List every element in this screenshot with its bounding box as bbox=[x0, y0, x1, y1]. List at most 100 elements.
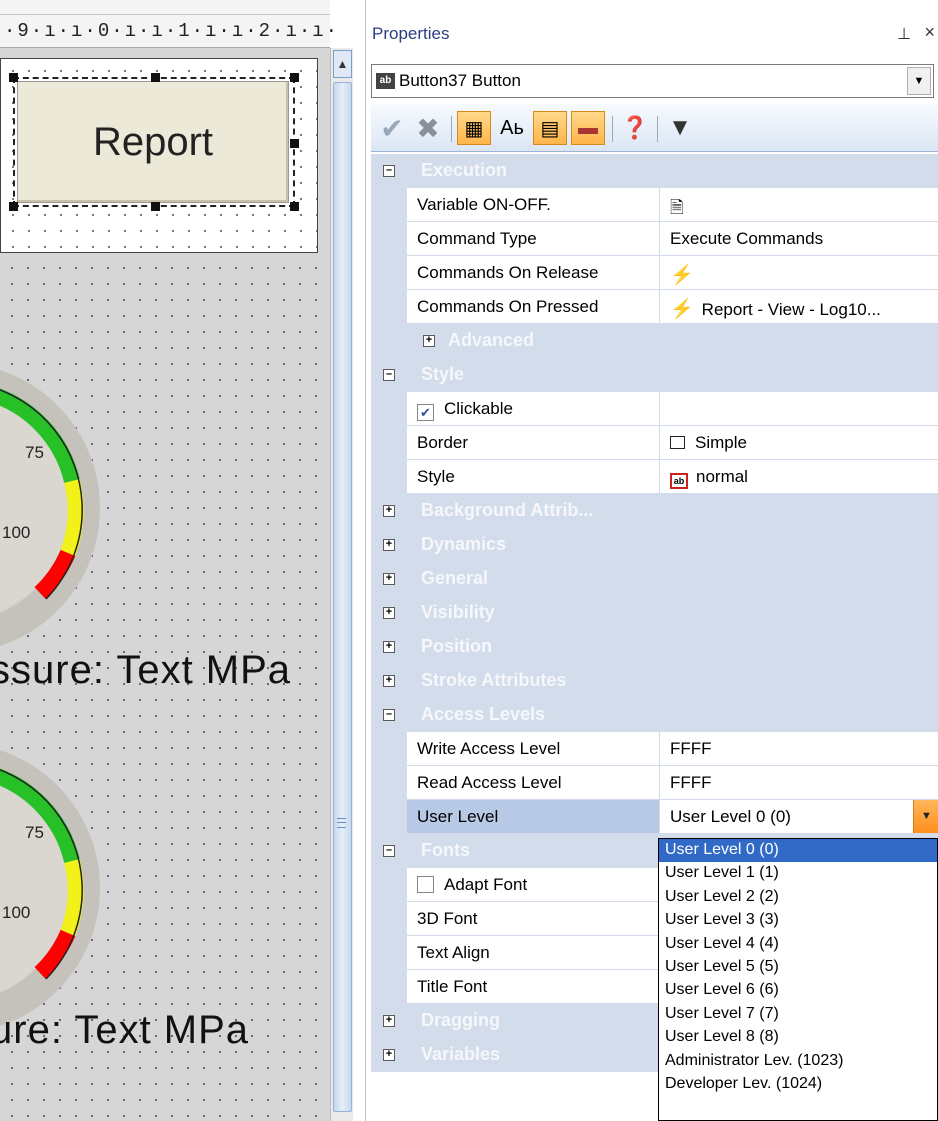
scroll-up-arrow[interactable]: ▲ bbox=[333, 50, 352, 78]
object-selector[interactable]: ab Button37 Button ▼ bbox=[371, 64, 934, 98]
resize-handle[interactable] bbox=[9, 73, 18, 82]
collapse-icon[interactable]: – bbox=[383, 369, 395, 381]
panel-splitter[interactable] bbox=[353, 0, 365, 1121]
category-execution[interactable]: – Execution bbox=[371, 154, 938, 188]
selection-frame[interactable] bbox=[9, 73, 299, 211]
panel-header: Properties ⊥ × bbox=[366, 14, 938, 54]
property-value[interactable]: FFFF bbox=[660, 732, 938, 766]
property-value[interactable]: ⚡ Report - View - Log10... bbox=[660, 290, 938, 324]
property-row[interactable]: Commands On Release ⚡ bbox=[371, 256, 938, 290]
dropdown-option[interactable]: User Level 4 (4) bbox=[659, 933, 937, 956]
user-level-select[interactable]: User Level 0 (0) ▼ bbox=[660, 800, 938, 834]
dropdown-option[interactable]: Administrator Lev. (1023) bbox=[659, 1050, 937, 1073]
report-panel[interactable]: Report bbox=[0, 58, 318, 253]
category-position[interactable]: + Position bbox=[371, 630, 938, 664]
expand-icon[interactable]: + bbox=[383, 573, 395, 585]
property-value[interactable]: 🗎 bbox=[660, 188, 938, 222]
chevron-down-icon[interactable]: ▼ bbox=[907, 67, 931, 95]
category-background[interactable]: + Background Attrib... bbox=[371, 494, 938, 528]
property-row[interactable]: ✔ Clickable bbox=[371, 392, 938, 426]
button-object-icon: ab bbox=[376, 73, 395, 89]
resize-handle[interactable] bbox=[151, 73, 160, 82]
pressure-gauge[interactable]: 75 100 bbox=[0, 363, 100, 653]
property-value[interactable]: Execute Commands bbox=[660, 222, 938, 256]
pin-icon[interactable]: ⊥ bbox=[897, 24, 911, 44]
dropdown-option[interactable]: User Level 3 (3) bbox=[659, 909, 937, 932]
expand-icon[interactable]: + bbox=[383, 539, 395, 551]
check-icon[interactable]: ✔ bbox=[375, 111, 409, 145]
category-general[interactable]: + General bbox=[371, 562, 938, 596]
clickable-checkbox[interactable]: ✔ bbox=[417, 404, 434, 421]
chevron-down-icon[interactable]: ▼ bbox=[913, 800, 938, 833]
property-row[interactable]: Style ab normal bbox=[371, 460, 938, 494]
category-access-levels[interactable]: – Access Levels bbox=[371, 698, 938, 732]
vertical-scrollbar[interactable]: ▲ bbox=[330, 48, 353, 1121]
property-name: 3D Font bbox=[407, 902, 660, 936]
resize-handle[interactable] bbox=[290, 202, 299, 211]
expand-icon[interactable]: + bbox=[383, 1049, 395, 1061]
gauge-tick-label: 75 bbox=[25, 823, 44, 842]
property-name: User Level bbox=[407, 800, 660, 834]
property-value[interactable]: FFFF bbox=[660, 766, 938, 800]
property-name[interactable]: Adapt Font bbox=[407, 868, 660, 902]
help-icon[interactable]: ❓ bbox=[618, 111, 652, 145]
pressure-gauge[interactable]: 75 100 bbox=[0, 743, 100, 1033]
dropdown-option[interactable]: User Level 7 (7) bbox=[659, 1003, 937, 1026]
property-name: Write Access Level bbox=[407, 732, 660, 766]
property-value[interactable] bbox=[660, 392, 938, 426]
property-row[interactable]: Variable ON-OFF. 🗎 bbox=[371, 188, 938, 222]
resize-handle[interactable] bbox=[9, 202, 18, 211]
category-style[interactable]: – Style bbox=[371, 358, 938, 392]
expand-icon[interactable]: + bbox=[383, 505, 395, 517]
category-visibility[interactable]: + Visibility bbox=[371, 596, 938, 630]
delete-icon[interactable]: ✖ bbox=[411, 111, 445, 145]
dropdown-option[interactable]: User Level 6 (6) bbox=[659, 979, 937, 1002]
resize-handle[interactable] bbox=[290, 139, 299, 148]
alphabetical-icon[interactable]: Aь bbox=[495, 111, 529, 145]
user-level-dropdown-list[interactable]: User Level 0 (0) User Level 1 (1) User Lev… bbox=[658, 838, 938, 1121]
dropdown-option[interactable]: User Level 1 (1) bbox=[659, 862, 937, 885]
expand-icon[interactable]: + bbox=[383, 1015, 395, 1027]
resize-handle[interactable] bbox=[151, 202, 160, 211]
horizontal-ruler: ·9·ı·ı·0·ı·ı·1·ı·ı·2·ı·ı· bbox=[0, 0, 337, 48]
resize-handle[interactable] bbox=[290, 73, 299, 82]
dropdown-option[interactable]: User Level 8 (8) bbox=[659, 1026, 937, 1049]
property-name: Commands On Release bbox=[407, 256, 660, 290]
property-value[interactable]: ⚡ bbox=[660, 256, 938, 290]
dropdown-option[interactable]: User Level 5 (5) bbox=[659, 956, 937, 979]
collapse-icon[interactable]: – bbox=[383, 165, 395, 177]
property-name[interactable]: ✔ Clickable bbox=[407, 392, 660, 426]
property-row-user-level[interactable]: User Level User Level 0 (0) ▼ bbox=[371, 800, 938, 834]
category-dynamics[interactable]: + Dynamics bbox=[371, 528, 938, 562]
border-icon bbox=[670, 436, 685, 449]
scroll-grip-icon bbox=[337, 818, 346, 828]
expand-icon[interactable]: + bbox=[383, 607, 395, 619]
scroll-thumb[interactable] bbox=[333, 82, 352, 1112]
category-stroke[interactable]: + Stroke Attributes bbox=[371, 664, 938, 698]
expand-icon[interactable]: + bbox=[383, 641, 395, 653]
property-value[interactable]: Simple bbox=[660, 426, 938, 460]
gauge-tick-label: 100 bbox=[2, 523, 31, 542]
expand-icon[interactable]: + bbox=[383, 675, 395, 687]
property-row[interactable]: Commands On Pressed ⚡ Report - View - Log… bbox=[371, 290, 938, 324]
adapt-font-checkbox[interactable] bbox=[417, 876, 434, 893]
properties-icon[interactable]: ▤ bbox=[533, 111, 567, 145]
collapse-icon[interactable]: – bbox=[383, 709, 395, 721]
property-value[interactable]: ab normal bbox=[660, 460, 938, 494]
property-row[interactable]: Border Simple bbox=[371, 426, 938, 460]
property-row[interactable]: Write Access Level FFFF bbox=[371, 732, 938, 766]
design-surface[interactable]: Report 75 100 ssure: Text MPa 75 100 ure… bbox=[0, 48, 330, 1121]
close-icon[interactable]: × bbox=[924, 22, 935, 43]
collapse-icon[interactable]: – bbox=[383, 845, 395, 857]
category-advanced[interactable]: + Advanced bbox=[371, 324, 938, 358]
dropdown-option[interactable]: Developer Lev. (1024) bbox=[659, 1073, 937, 1096]
events-icon[interactable]: ▬ bbox=[571, 111, 605, 145]
expand-icon[interactable]: + bbox=[423, 335, 435, 347]
dropdown-option[interactable]: User Level 0 (0) bbox=[659, 839, 937, 863]
dropdown-option[interactable]: User Level 2 (2) bbox=[659, 886, 937, 909]
property-row[interactable]: Command Type Execute Commands bbox=[371, 222, 938, 256]
filter-icon[interactable]: ▼ bbox=[663, 111, 697, 145]
categorized-icon[interactable]: ▦ bbox=[457, 111, 491, 145]
property-row[interactable]: Read Access Level FFFF bbox=[371, 766, 938, 800]
design-canvas[interactable]: ·9·ı·ı·0·ı·ı·1·ı·ı·2·ı·ı· Report 75 100 … bbox=[0, 0, 337, 1121]
